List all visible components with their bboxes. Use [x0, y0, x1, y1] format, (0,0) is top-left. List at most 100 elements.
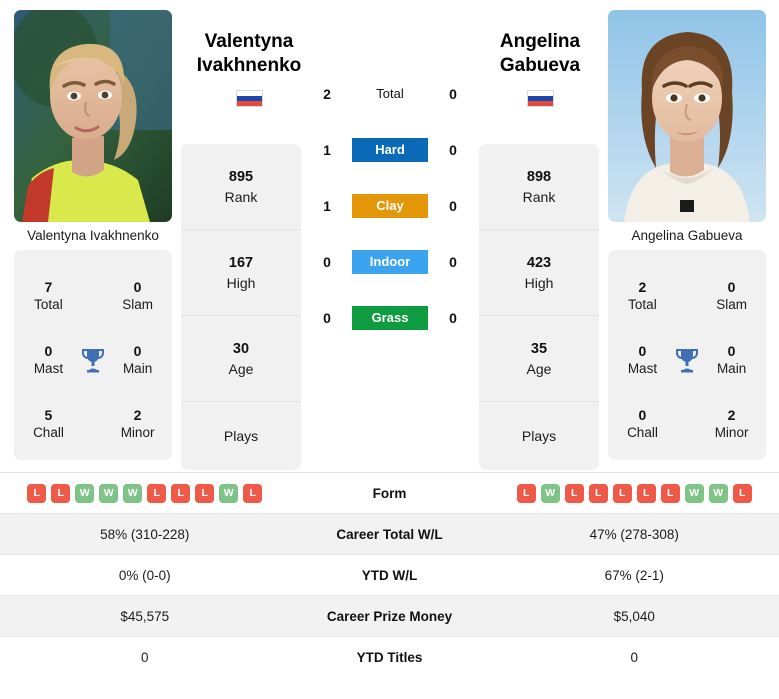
left-high-cell: 167 High [181, 230, 301, 316]
left-rank-column: 895 Rank 167 High 30 Age Plays [181, 144, 301, 470]
right-ytd-titles: 0 [630, 650, 638, 665]
form-badge-w: W [540, 483, 560, 503]
h2h-grass-bar[interactable]: Grass [352, 306, 428, 330]
left-titles-row-2: 0 Mast 0 Main [14, 328, 172, 392]
left-rank-value: 895 [228, 168, 254, 185]
table-row-form: LLWWWLLLWL Form LWLLLLLWWL [0, 473, 779, 514]
right-player-photo-caption: Angelina Gabueva [631, 228, 743, 243]
left-rank-card: 895 Rank 167 High 30 Age Plays [181, 144, 301, 470]
left-plays-cell: Plays [181, 402, 301, 470]
right-player-portrait-image [608, 10, 766, 222]
row-label-ytd-wl: YTD W/L [361, 567, 418, 583]
right-main-titles-label: Main [716, 361, 747, 376]
left-minor-titles: 2 Minor [109, 406, 166, 442]
right-masters-titles: 0 Mast [614, 342, 671, 378]
h2h-indoor-right-score: 0 [449, 254, 457, 270]
right-total-titles-label: Total [628, 297, 657, 312]
right-form-cell: LWLLLLLWWL [490, 483, 779, 503]
form-badge-w: W [684, 483, 704, 503]
left-player-first-name: Valentyna [204, 31, 294, 52]
right-titles-row-3: 0 Chall 2 Minor [608, 392, 766, 456]
right-high-label: High [524, 274, 554, 291]
table-row-career-prize-money: $45,575 Career Prize Money $5,040 [0, 596, 779, 637]
left-slam-titles-label: Slam [122, 297, 153, 312]
right-player-name-header[interactable]: Angelina Gabueva [455, 30, 625, 107]
left-player-photo-caption: Valentyna Ivakhnenko [27, 228, 159, 243]
comparison-table: LLWWWLLLWL Form LWLLLLLWWL 58% (310-228)… [0, 472, 779, 678]
left-minor-titles-value: 2 [133, 407, 142, 423]
h2h-clay-right-score: 0 [449, 198, 457, 214]
h2h-hard-bar[interactable]: Hard [352, 138, 428, 162]
form-badge-w: W [123, 483, 143, 503]
trophy-icon [671, 347, 703, 373]
right-rank-value: 898 [526, 168, 552, 185]
right-minor-titles: 2 Minor [703, 406, 760, 442]
left-titles-row-3: 5 Chall 2 Minor [14, 392, 172, 456]
left-ytd-titles: 0 [140, 650, 149, 665]
left-player-name-header[interactable]: Valentyna Ivakhnenko [164, 30, 334, 107]
right-masters-titles-label: Mast [627, 361, 658, 376]
left-main-titles-value: 0 [133, 343, 142, 359]
h2h-grass-right-score: 0 [449, 310, 457, 326]
right-age-value: 35 [530, 340, 548, 357]
left-total-titles-value: 7 [44, 279, 53, 295]
right-plays-cell: Plays [479, 402, 599, 470]
right-player-column: Angelina Gabueva 2 Total 0 Slam 0 Mast 0… [608, 10, 766, 460]
form-badge-l: L [612, 483, 632, 503]
left-total-titles-label: Total [34, 297, 63, 312]
h2h-row-total: 2 Total 0 [310, 66, 470, 122]
form-badge-w: W [219, 483, 239, 503]
right-slam-titles-label: Slam [716, 297, 747, 312]
left-main-titles-label: Main [122, 361, 153, 376]
form-badge-l: L [243, 483, 263, 503]
h2h-row-clay: 1 Clay 0 [310, 178, 470, 234]
left-rank-cell: 895 Rank [181, 144, 301, 230]
left-minor-titles-label: Minor [120, 425, 155, 440]
h2h-indoor-bar[interactable]: Indoor [352, 250, 428, 274]
form-badge-w: W [75, 483, 95, 503]
right-ytd-wl: 67% (2-1) [604, 567, 664, 583]
form-badge-l: L [732, 483, 752, 503]
form-badge-l: L [564, 483, 584, 503]
left-challenger-titles-label: Chall [33, 425, 64, 440]
trophy-icon [77, 347, 109, 373]
table-row-ytd-wl: 0% (0-0) YTD W/L 67% (2-1) [0, 555, 779, 596]
right-titles-row-1: 2 Total 0 Slam [608, 264, 766, 328]
right-player-last-name: Gabueva [499, 55, 581, 76]
right-rank-label: Rank [522, 188, 556, 205]
left-masters-titles: 0 Mast [20, 342, 77, 378]
form-badge-w: W [708, 483, 728, 503]
row-label-career-total-wl: Career Total W/L [336, 526, 443, 542]
left-slam-titles: 0 Slam [109, 278, 166, 314]
h2h-hard-right-score: 0 [449, 142, 457, 158]
left-player-photo[interactable] [14, 10, 172, 222]
right-slam-titles-value: 0 [727, 279, 736, 295]
left-slam-titles-value: 0 [133, 279, 142, 295]
right-age-label: Age [526, 360, 552, 377]
left-player-last-name: Ivakhnenko [196, 55, 302, 76]
right-player-photo[interactable] [608, 10, 766, 222]
trophy-icon-glyph [82, 349, 104, 373]
form-badge-w: W [99, 483, 119, 503]
left-form-cell: LLWWWLLLWL [0, 483, 290, 503]
right-player-first-name: Angelina [499, 31, 581, 52]
left-main-titles: 0 Main [109, 342, 166, 378]
left-player-portrait-image [14, 10, 172, 222]
left-ytd-wl: 0% (0-0) [118, 567, 171, 583]
right-career-total-wl: 47% (278-308) [589, 526, 679, 542]
players-overview: Valentyna Ivakhnenko 7 Total 0 Slam 0 Ma… [0, 0, 779, 472]
left-high-value: 167 [228, 254, 254, 271]
right-rank-cell: 898 Rank [479, 144, 599, 230]
left-plays-label: Plays [223, 428, 259, 444]
form-badge-l: L [195, 483, 215, 503]
h2h-clay-bar[interactable]: Clay [352, 194, 428, 218]
form-badge-l: L [660, 483, 680, 503]
h2h-indoor-left-score: 0 [323, 254, 331, 270]
h2h-grass-left-score: 0 [323, 310, 331, 326]
form-badge-l: L [171, 483, 191, 503]
table-row-career-total-wl: 58% (310-228) Career Total W/L 47% (278-… [0, 514, 779, 555]
right-high-cell: 423 High [479, 230, 599, 316]
head-to-head-page: Valentyna Ivakhnenko 7 Total 0 Slam 0 Ma… [0, 0, 779, 699]
left-rank-label: Rank [224, 188, 258, 205]
row-label-ytd-titles: YTD Titles [356, 650, 423, 665]
